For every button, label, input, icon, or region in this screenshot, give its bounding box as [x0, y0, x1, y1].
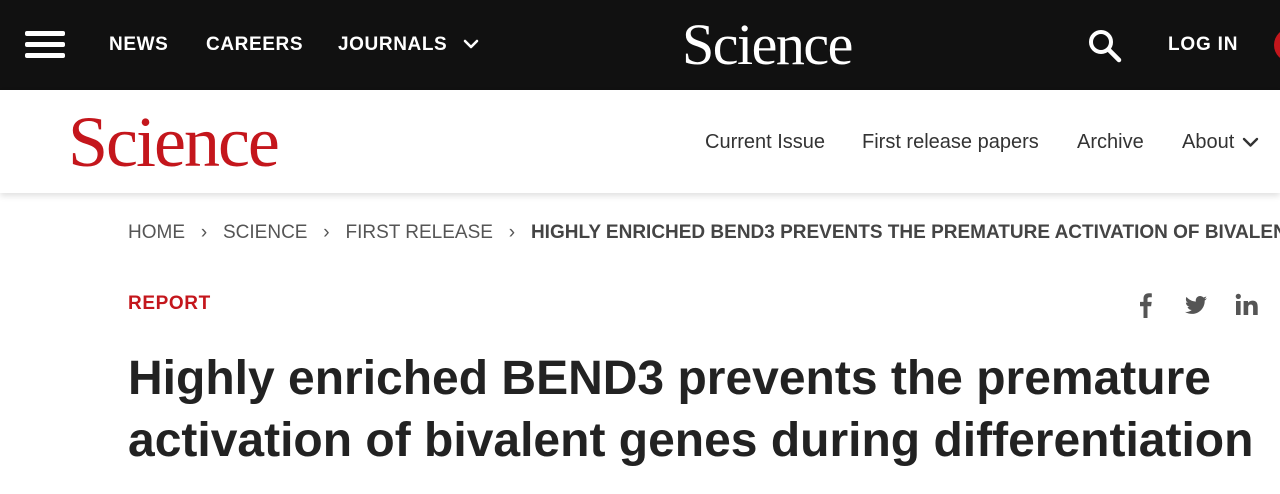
nav-current-issue[interactable]: Current Issue	[705, 130, 825, 154]
breadcrumb-science[interactable]: SCIENCE	[223, 222, 307, 243]
menu-icon[interactable]	[25, 31, 65, 59]
breadcrumb-first-release[interactable]: FIRST RELEASE	[345, 222, 492, 243]
linkedin-icon[interactable]	[1234, 292, 1260, 318]
science-logo[interactable]: Science	[68, 104, 280, 180]
nav-first-release-papers[interactable]: First release papers	[862, 130, 1039, 154]
breadcrumb: HOME › SCIENCE › FIRST RELEASE › HIGHLY ENRICH…	[128, 221, 1280, 245]
twitter-icon[interactable]	[1183, 292, 1209, 318]
article-title: Highly enriched BEND3 prevents the prema…	[128, 352, 1254, 467]
top-navbar: NEWS CAREERS JOURNALS Science LOG IN	[0, 0, 1280, 90]
breadcrumb-current: HIGHLY ENRICHED BEND3 PREVENTS THE PREMA…	[530, 222, 1280, 243]
login-link[interactable]: LOG IN	[1168, 34, 1238, 56]
nav-journals[interactable]: JOURNALS	[338, 34, 447, 56]
avatar[interactable]	[1274, 28, 1280, 62]
chevron-right-icon: ›	[508, 222, 516, 243]
nav-careers[interactable]: CAREERS	[206, 34, 303, 56]
chevron-right-icon: ›	[323, 222, 330, 243]
breadcrumb-home[interactable]: HOME	[128, 222, 185, 243]
search-icon[interactable]	[1087, 28, 1123, 64]
nav-archive[interactable]: Archive	[1077, 130, 1144, 154]
chevron-down-icon[interactable]	[463, 36, 479, 52]
science-logo-white[interactable]: Science	[682, 14, 853, 76]
nav-news[interactable]: NEWS	[109, 34, 168, 56]
article-type-label: REPORT	[128, 293, 211, 314]
chevron-down-icon[interactable]	[1242, 134, 1259, 151]
facebook-icon[interactable]	[1136, 292, 1154, 318]
chevron-right-icon: ›	[200, 222, 208, 243]
nav-about[interactable]: About	[1182, 130, 1234, 154]
journal-navbar: Science Current Issue First release pape…	[0, 90, 1280, 193]
